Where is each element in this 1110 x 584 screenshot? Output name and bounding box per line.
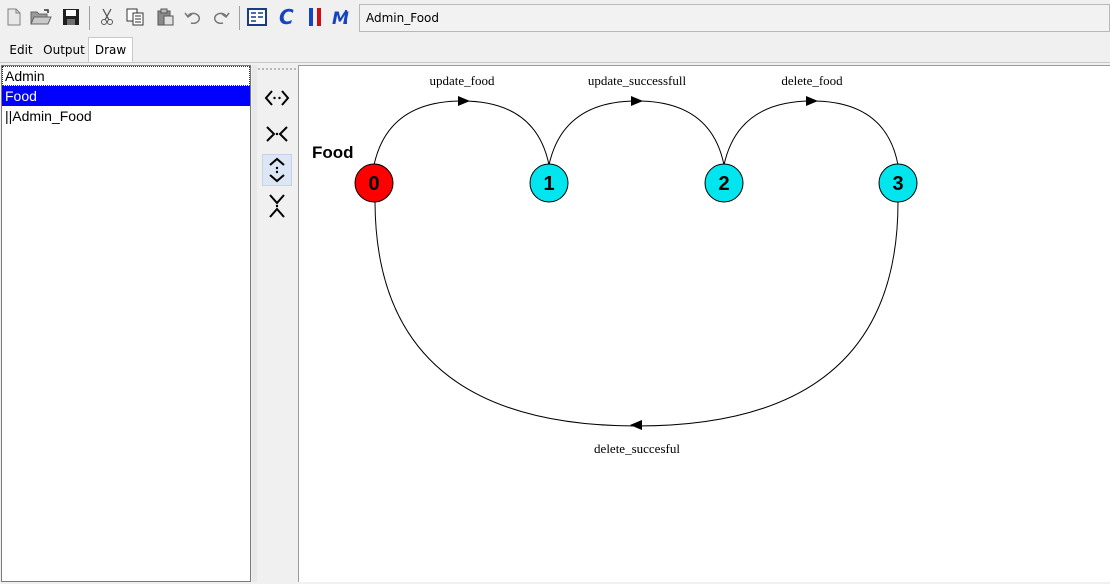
transition-0-1[interactable]: [373, 100, 550, 166]
state-node-0[interactable]: 0: [354, 163, 394, 203]
minimize-icon[interactable]: M: [332, 6, 354, 28]
arrowhead-3-0: [630, 420, 642, 430]
draw-toolbar: [258, 68, 296, 584]
view-tabs: Edit Output Draw: [0, 37, 1110, 62]
tab-edit[interactable]: Edit: [2, 39, 40, 61]
process-title-field[interactable]: Admin_Food: [359, 4, 1110, 32]
transition-label: delete_succesful: [594, 441, 680, 456]
undo-icon[interactable]: [182, 6, 204, 28]
shrink-vertical-icon[interactable]: [262, 190, 292, 222]
transition-2-3[interactable]: [723, 100, 899, 166]
state-label: 3: [892, 173, 903, 195]
tab-output[interactable]: Output: [40, 39, 88, 61]
list-item-admin-food[interactable]: ||Admin_Food: [2, 106, 250, 126]
svg-text:C: C: [279, 6, 294, 28]
lts-canvas[interactable]: update_food update_successfull delete_fo…: [298, 65, 1110, 582]
cut-icon[interactable]: [96, 6, 118, 28]
shrink-horizontal-icon[interactable]: [262, 118, 292, 150]
main-toolbar: C M Admin_Food: [0, 0, 1110, 36]
arrowhead-1-2: [631, 96, 643, 106]
lts-diagram: update_food update_successfull delete_fo…: [312, 73, 918, 456]
window-icon[interactable]: [246, 6, 268, 28]
transition-3-0[interactable]: [374, 201, 899, 427]
process-name-label: Food: [312, 143, 354, 162]
redo-icon[interactable]: [210, 6, 232, 28]
state-node-2[interactable]: 2: [704, 163, 744, 203]
list-item-food[interactable]: Food: [2, 86, 250, 106]
paste-icon[interactable]: [154, 6, 176, 28]
new-file-icon[interactable]: [3, 6, 25, 28]
compile-icon[interactable]: C: [276, 6, 298, 28]
open-folder-icon[interactable]: [30, 6, 52, 28]
parallel-compose-icon[interactable]: [304, 6, 326, 28]
arrowhead-2-3: [806, 96, 818, 106]
process-list: Admin Food ||Admin_Food: [1, 65, 251, 582]
tab-draw[interactable]: Draw: [88, 37, 133, 62]
transition-label: update_successfull: [588, 73, 687, 88]
transition-1-2[interactable]: [548, 100, 725, 166]
pane-divider[interactable]: [252, 65, 257, 582]
state-label: 1: [543, 173, 554, 195]
state-node-1[interactable]: 1: [529, 163, 569, 203]
arrowhead-0-1: [458, 96, 470, 106]
transition-label: delete_food: [781, 73, 843, 88]
expand-horizontal-icon[interactable]: [262, 82, 292, 114]
state-label: 0: [368, 173, 379, 195]
state-node-3[interactable]: 3: [878, 163, 918, 203]
list-item-admin[interactable]: Admin: [2, 66, 250, 86]
save-icon[interactable]: [60, 6, 82, 28]
transition-label: update_food: [430, 73, 495, 88]
state-label: 2: [718, 173, 729, 195]
expand-vertical-icon[interactable]: [262, 154, 292, 186]
copy-icon[interactable]: [124, 6, 146, 28]
process-title: Admin_Food: [366, 11, 440, 25]
